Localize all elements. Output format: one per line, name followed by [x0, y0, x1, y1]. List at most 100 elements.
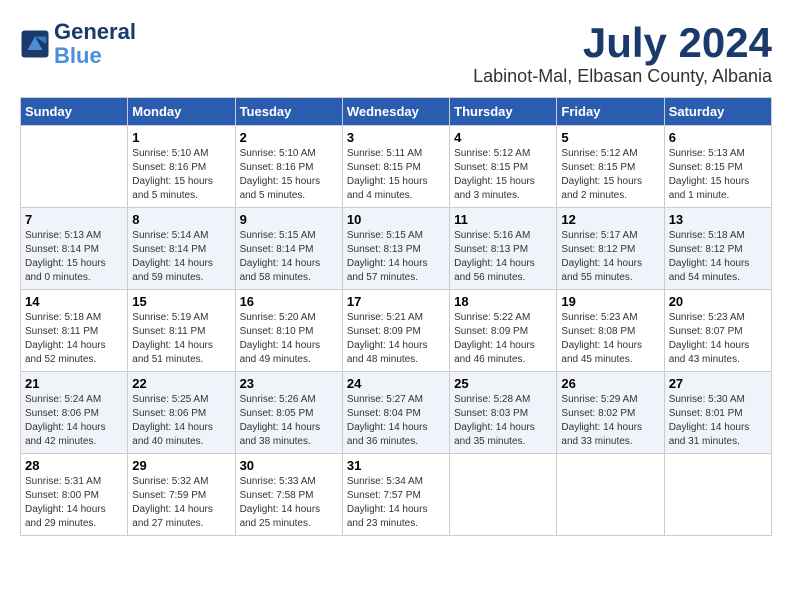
- location-title: Labinot-Mal, Elbasan County, Albania: [473, 66, 772, 87]
- day-info: Sunrise: 5:30 AM Sunset: 8:01 PM Dayligh…: [669, 393, 767, 449]
- calendar-cell: 8 Sunrise: 5:14 AM Sunset: 8:14 PM Daylig…: [128, 208, 235, 290]
- day-number: 13: [669, 212, 767, 227]
- calendar-cell: 14 Sunrise: 5:18 AM Sunset: 8:11 PM Dayli…: [21, 290, 128, 372]
- calendar-week-row: 28 Sunrise: 5:31 AM Sunset: 8:00 PM Dayli…: [21, 454, 772, 536]
- logo-line1: General: [54, 20, 136, 44]
- calendar-cell: 5 Sunrise: 5:12 AM Sunset: 8:15 PM Daylig…: [557, 126, 664, 208]
- calendar-cell: 19 Sunrise: 5:23 AM Sunset: 8:08 PM Dayli…: [557, 290, 664, 372]
- day-number: 2: [240, 130, 338, 145]
- day-number: 12: [561, 212, 659, 227]
- calendar-cell: 24 Sunrise: 5:27 AM Sunset: 8:04 PM Dayli…: [342, 372, 449, 454]
- day-number: 28: [25, 458, 123, 473]
- day-info: Sunrise: 5:12 AM Sunset: 8:15 PM Dayligh…: [561, 147, 659, 203]
- calendar-header-row: SundayMondayTuesdayWednesdayThursdayFrid…: [21, 98, 772, 126]
- calendar-cell: 27 Sunrise: 5:30 AM Sunset: 8:01 PM Dayli…: [664, 372, 771, 454]
- day-number: 29: [132, 458, 230, 473]
- calendar-week-row: 21Sunrise: 5:24 AM Sunset: 8:06 PM Dayli…: [21, 372, 772, 454]
- day-info: Sunrise: 5:29 AM Sunset: 8:02 PM Dayligh…: [561, 393, 659, 449]
- logo: General Blue: [20, 20, 136, 68]
- day-info: Sunrise: 5:20 AM Sunset: 8:10 PM Dayligh…: [240, 311, 338, 367]
- calendar-cell: 30 Sunrise: 5:33 AM Sunset: 7:58 PM Dayli…: [235, 454, 342, 536]
- calendar-week-row: 1 Sunrise: 5:10 AM Sunset: 8:16 PM Daylig…: [21, 126, 772, 208]
- calendar-cell: [557, 454, 664, 536]
- day-number: 14: [25, 294, 123, 309]
- calendar-cell: 4 Sunrise: 5:12 AM Sunset: 8:15 PM Daylig…: [450, 126, 557, 208]
- day-number: 16: [240, 294, 338, 309]
- header: General Blue July 2024 Labinot-Mal, Elba…: [20, 20, 772, 87]
- day-number: 9: [240, 212, 338, 227]
- day-number: 17: [347, 294, 445, 309]
- day-info: Sunrise: 5:13 AM Sunset: 8:14 PM Dayligh…: [25, 229, 123, 285]
- day-number: 1: [132, 130, 230, 145]
- calendar-cell: 20 Sunrise: 5:23 AM Sunset: 8:07 PM Dayli…: [664, 290, 771, 372]
- day-number: 5: [561, 130, 659, 145]
- calendar-cell: 3 Sunrise: 5:11 AM Sunset: 8:15 PM Daylig…: [342, 126, 449, 208]
- calendar-cell: [21, 126, 128, 208]
- day-number: 18: [454, 294, 552, 309]
- day-number: 23: [240, 376, 338, 391]
- month-title: July 2024: [473, 20, 772, 66]
- calendar-cell: 2 Sunrise: 5:10 AM Sunset: 8:16 PM Daylig…: [235, 126, 342, 208]
- day-number: 8: [132, 212, 230, 227]
- day-info: Sunrise: 5:11 AM Sunset: 8:15 PM Dayligh…: [347, 147, 445, 203]
- day-info: Sunrise: 5:10 AM Sunset: 8:16 PM Dayligh…: [132, 147, 230, 203]
- day-info: Sunrise: 5:34 AM Sunset: 7:57 PM Dayligh…: [347, 475, 445, 531]
- weekday-header: Saturday: [664, 98, 771, 126]
- day-info: Sunrise: 5:33 AM Sunset: 7:58 PM Dayligh…: [240, 475, 338, 531]
- weekday-header: Sunday: [21, 98, 128, 126]
- calendar-cell: 10Sunrise: 5:15 AM Sunset: 8:13 PM Dayli…: [342, 208, 449, 290]
- title-area: July 2024 Labinot-Mal, Elbasan County, A…: [473, 20, 772, 87]
- day-info: Sunrise: 5:10 AM Sunset: 8:16 PM Dayligh…: [240, 147, 338, 203]
- day-number: 24: [347, 376, 445, 391]
- day-info: Sunrise: 5:31 AM Sunset: 8:00 PM Dayligh…: [25, 475, 123, 531]
- calendar-cell: 17 Sunrise: 5:21 AM Sunset: 8:09 PM Dayli…: [342, 290, 449, 372]
- day-number: 10: [347, 212, 445, 227]
- day-info: Sunrise: 5:14 AM Sunset: 8:14 PM Dayligh…: [132, 229, 230, 285]
- weekday-header: Monday: [128, 98, 235, 126]
- calendar-cell: 7 Sunrise: 5:13 AM Sunset: 8:14 PM Daylig…: [21, 208, 128, 290]
- logo-line2: Blue: [54, 44, 136, 68]
- day-number: 27: [669, 376, 767, 391]
- day-number: 4: [454, 130, 552, 145]
- day-number: 20: [669, 294, 767, 309]
- day-info: Sunrise: 5:21 AM Sunset: 8:09 PM Dayligh…: [347, 311, 445, 367]
- day-info: Sunrise: 5:22 AM Sunset: 8:09 PM Dayligh…: [454, 311, 552, 367]
- day-info: Sunrise: 5:13 AM Sunset: 8:15 PM Dayligh…: [669, 147, 767, 203]
- weekday-header: Friday: [557, 98, 664, 126]
- calendar-cell: 29 Sunrise: 5:32 AM Sunset: 7:59 PM Dayli…: [128, 454, 235, 536]
- calendar-cell: 6Sunrise: 5:13 AM Sunset: 8:15 PM Daylig…: [664, 126, 771, 208]
- day-info: Sunrise: 5:23 AM Sunset: 8:07 PM Dayligh…: [669, 311, 767, 367]
- day-number: 30: [240, 458, 338, 473]
- calendar: SundayMondayTuesdayWednesdayThursdayFrid…: [20, 97, 772, 536]
- calendar-week-row: 14 Sunrise: 5:18 AM Sunset: 8:11 PM Dayli…: [21, 290, 772, 372]
- weekday-header: Tuesday: [235, 98, 342, 126]
- day-number: 3: [347, 130, 445, 145]
- day-info: Sunrise: 5:18 AM Sunset: 8:11 PM Dayligh…: [25, 311, 123, 367]
- day-info: Sunrise: 5:26 AM Sunset: 8:05 PM Dayligh…: [240, 393, 338, 449]
- day-number: 26: [561, 376, 659, 391]
- day-info: Sunrise: 5:17 AM Sunset: 8:12 PM Dayligh…: [561, 229, 659, 285]
- day-number: 25: [454, 376, 552, 391]
- day-info: Sunrise: 5:32 AM Sunset: 7:59 PM Dayligh…: [132, 475, 230, 531]
- calendar-cell: 15Sunrise: 5:19 AM Sunset: 8:11 PM Dayli…: [128, 290, 235, 372]
- day-info: Sunrise: 5:18 AM Sunset: 8:12 PM Dayligh…: [669, 229, 767, 285]
- calendar-cell: 1 Sunrise: 5:10 AM Sunset: 8:16 PM Daylig…: [128, 126, 235, 208]
- calendar-cell: 9Sunrise: 5:15 AM Sunset: 8:14 PM Daylig…: [235, 208, 342, 290]
- calendar-cell: 28 Sunrise: 5:31 AM Sunset: 8:00 PM Dayli…: [21, 454, 128, 536]
- day-number: 19: [561, 294, 659, 309]
- day-info: Sunrise: 5:23 AM Sunset: 8:08 PM Dayligh…: [561, 311, 659, 367]
- day-number: 7: [25, 212, 123, 227]
- day-number: 31: [347, 458, 445, 473]
- calendar-week-row: 7 Sunrise: 5:13 AM Sunset: 8:14 PM Daylig…: [21, 208, 772, 290]
- day-info: Sunrise: 5:24 AM Sunset: 8:06 PM Dayligh…: [25, 393, 123, 449]
- day-info: Sunrise: 5:12 AM Sunset: 8:15 PM Dayligh…: [454, 147, 552, 203]
- calendar-cell: 23 Sunrise: 5:26 AM Sunset: 8:05 PM Dayli…: [235, 372, 342, 454]
- calendar-cell: [450, 454, 557, 536]
- day-info: Sunrise: 5:27 AM Sunset: 8:04 PM Dayligh…: [347, 393, 445, 449]
- calendar-cell: 25Sunrise: 5:28 AM Sunset: 8:03 PM Dayli…: [450, 372, 557, 454]
- calendar-cell: 26 Sunrise: 5:29 AM Sunset: 8:02 PM Dayli…: [557, 372, 664, 454]
- calendar-cell: 16 Sunrise: 5:20 AM Sunset: 8:10 PM Dayli…: [235, 290, 342, 372]
- calendar-cell: 13 Sunrise: 5:18 AM Sunset: 8:12 PM Dayli…: [664, 208, 771, 290]
- day-info: Sunrise: 5:19 AM Sunset: 8:11 PM Dayligh…: [132, 311, 230, 367]
- day-number: 11: [454, 212, 552, 227]
